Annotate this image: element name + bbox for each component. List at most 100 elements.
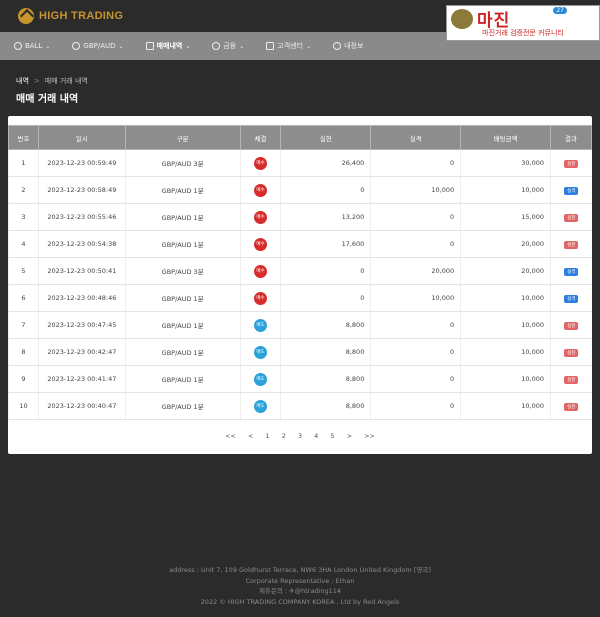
chevron-down-icon: ⌄ <box>118 42 124 50</box>
row-realized: 26,400 <box>280 149 371 177</box>
row-lost: 20,000 <box>370 257 461 285</box>
page-1[interactable]: 1 <box>265 432 269 440</box>
row-number: 4 <box>8 230 39 258</box>
side-badge: 매도 <box>254 372 268 386</box>
chevron-down-icon: ⌄ <box>185 42 191 50</box>
banner-badge: 27 <box>553 7 567 14</box>
table-row: 8 2023-12-23 00:42:47 GBP/AUD 1분 매도 8,800 0 10… <box>8 338 592 366</box>
page-4[interactable]: 4 <box>314 432 318 440</box>
result-badge: 실현 <box>564 159 579 168</box>
footer-address: address : Unit 7, 109 Goldhurst Terrace,… <box>169 566 431 574</box>
chevron-down-icon: ⌄ <box>306 42 312 50</box>
row-side: 매도 <box>239 365 281 393</box>
history-card: 번호 일시 구분 체결 실현 실격 배팅금액 결과 1 2023-12-23 00… <box>8 116 592 454</box>
nav-item-my-info[interactable]: 내정보 <box>333 41 363 51</box>
row-realized: 13,200 <box>280 203 371 231</box>
side-badge: 매도 <box>254 399 268 413</box>
ad-banner[interactable]: 마진 27 마진거래 검증전문 커뮤니티 <box>446 5 600 41</box>
col-result: 결과 <box>550 125 592 150</box>
row-lost: 0 <box>370 392 461 420</box>
row-number: 8 <box>8 338 39 366</box>
result-badge: 실현 <box>564 240 579 249</box>
row-realized: 8,800 <box>280 392 371 420</box>
row-number: 6 <box>8 284 39 312</box>
row-number: 10 <box>8 392 39 420</box>
result-badge: 실격 <box>564 267 579 276</box>
row-datetime: 2023-12-23 00:47:45 <box>37 311 126 339</box>
row-lost: 0 <box>370 203 461 231</box>
chevron-down-icon: ⌄ <box>239 42 245 50</box>
row-bet: 10,000 <box>460 392 551 420</box>
table-row: 10 2023-12-23 00:40:47 GBP/AUD 1분 매도 8,800 0 1… <box>8 392 592 420</box>
nav-label: GBP/AUD <box>83 42 116 50</box>
row-number: 3 <box>8 203 39 231</box>
row-number: 9 <box>8 365 39 393</box>
breadcrumb-home[interactable]: 내역 <box>16 77 29 85</box>
row-side: 매도 <box>239 392 281 420</box>
result-badge: 실현 <box>564 375 579 384</box>
page-first[interactable]: << <box>225 432 236 440</box>
page-2[interactable]: 2 <box>282 432 286 440</box>
page-3[interactable]: 3 <box>298 432 302 440</box>
footer-contact[interactable]: 제휴문의 : ✈@htrading114 <box>0 586 600 597</box>
side-badge: 매수 <box>254 210 268 224</box>
document-icon <box>266 42 275 50</box>
page-next[interactable]: > <box>347 432 352 440</box>
nav-item-gbpaud[interactable]: GBP/AUD ⌄ <box>72 42 124 50</box>
table-row: 3 2023-12-23 00:55:46 GBP/AUD 1분 매수 13,200 0 1… <box>8 203 592 231</box>
row-result: 실현 <box>550 149 592 177</box>
row-lost: 10,000 <box>370 176 461 204</box>
row-lost: 0 <box>370 311 461 339</box>
breadcrumb-separator: > <box>33 77 40 85</box>
row-realized: 8,800 <box>280 338 371 366</box>
row-type: GBP/AUD 1분 <box>124 203 241 231</box>
nav-item-trade-history[interactable]: 매매내역 ⌄ <box>145 41 191 51</box>
footer-copyright: 2022 © HIGH TRADING COMPANY KOREA , Ltd … <box>200 597 400 606</box>
col-lost: 실격 <box>370 125 462 150</box>
logo-text: HIGH TRADING <box>39 10 124 22</box>
table-row: 4 2023-12-23 00:54:38 GBP/AUD 1분 매수 17,600 0 2… <box>8 230 592 258</box>
page-title: 매매 거래 내역 <box>16 94 79 105</box>
row-realized: 17,600 <box>280 230 371 258</box>
result-badge: 실격 <box>564 294 579 303</box>
row-datetime: 2023-12-23 00:48:46 <box>37 284 126 312</box>
row-lost: 0 <box>370 365 461 393</box>
side-badge: 매수 <box>254 264 268 278</box>
table-row: 1 2023-12-23 00:59:49 GBP/AUD 3분 매수 26,400 0 3… <box>8 149 592 177</box>
row-result: 실격 <box>550 284 592 312</box>
row-bet: 10,000 <box>460 176 551 204</box>
page-prev[interactable]: < <box>248 432 253 440</box>
table-row: 2 2023-12-23 00:58:49 GBP/AUD 1분 매수 0 10,000 1… <box>8 176 592 204</box>
row-type: GBP/AUD 1분 <box>124 365 241 393</box>
row-datetime: 2023-12-23 00:59:49 <box>37 149 126 177</box>
circle-icon <box>72 42 81 50</box>
row-side: 매수 <box>239 149 281 177</box>
row-realized: 8,800 <box>280 365 371 393</box>
row-number: 2 <box>8 176 39 204</box>
row-type: GBP/AUD 1분 <box>124 176 241 204</box>
logo[interactable]: HIGH TRADING <box>18 8 123 24</box>
row-datetime: 2023-12-23 00:50:41 <box>37 257 126 285</box>
row-type: GBP/AUD 1분 <box>124 338 241 366</box>
row-result: 실현 <box>550 338 592 366</box>
row-realized: 0 <box>280 284 371 312</box>
row-number: 7 <box>8 311 39 339</box>
nav-item-ball[interactable]: BALL ⌄ <box>14 42 50 50</box>
nav-label: 고객센터 <box>277 42 304 50</box>
col-number: 번호 <box>8 125 39 150</box>
row-side: 매수 <box>239 257 281 285</box>
row-bet: 10,000 <box>460 284 551 312</box>
logo-icon <box>18 8 34 24</box>
nav-item-support[interactable]: 고객센터 ⌄ <box>266 41 311 51</box>
chevron-down-icon: ⌄ <box>45 42 51 50</box>
nav-label: 금융 <box>223 42 237 50</box>
result-badge: 실현 <box>564 321 579 330</box>
footer: address : Unit 7, 109 Goldhurst Terrace,… <box>0 565 600 607</box>
page-last[interactable]: >> <box>364 432 375 440</box>
row-result: 실현 <box>550 203 592 231</box>
breadcrumb: 내역 > 매매 거래 내역 <box>16 76 88 86</box>
row-type: GBP/AUD 3분 <box>124 257 241 285</box>
row-result: 실현 <box>550 311 592 339</box>
page-5[interactable]: 5 <box>330 432 334 440</box>
nav-item-finance[interactable]: 금융 ⌄ <box>212 41 244 51</box>
